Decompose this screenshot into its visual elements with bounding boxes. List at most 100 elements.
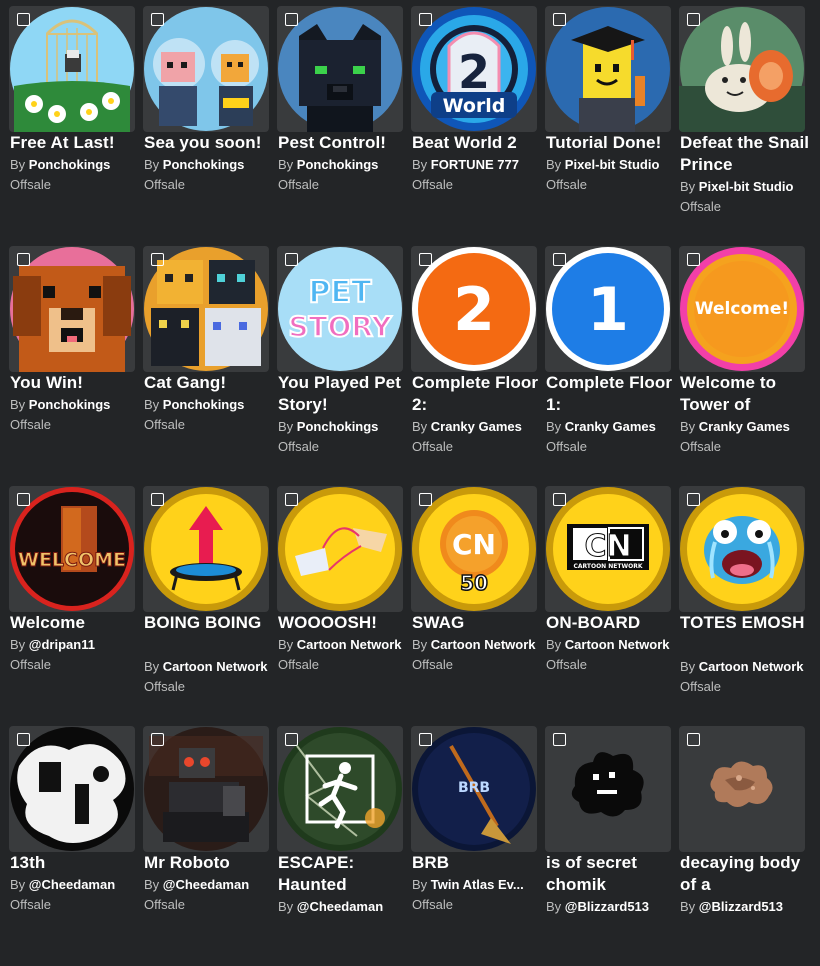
select-checkbox[interactable] (17, 253, 30, 266)
badge-thumbnail[interactable] (679, 486, 805, 612)
badge-thumbnail[interactable] (143, 246, 269, 372)
badge-name[interactable]: Complete Floor 2: (412, 372, 542, 416)
creator-link[interactable]: Pixel-bit Studio (565, 157, 660, 172)
badge-name[interactable]: Tutorial Done! (546, 132, 676, 154)
badge-card[interactable]: decaying body of a By @Blizzard513 (679, 726, 805, 956)
creator-link[interactable]: Cartoon Network (565, 637, 670, 652)
select-checkbox[interactable] (151, 493, 164, 506)
badge-thumbnail[interactable] (277, 6, 403, 132)
badge-thumbnail[interactable] (679, 6, 805, 132)
badge-thumbnail[interactable]: Welcome! (679, 246, 805, 372)
badge-name[interactable]: Mr Roboto (144, 852, 274, 874)
badge-thumbnail[interactable] (545, 6, 671, 132)
badge-name[interactable]: ON-BOARD (546, 612, 676, 634)
select-checkbox[interactable] (151, 13, 164, 26)
creator-link[interactable]: @Blizzard513 (565, 899, 649, 914)
creator-link[interactable]: Cartoon Network (297, 637, 402, 652)
badge-card[interactable]: ESCAPE: Haunted By @Cheedaman (277, 726, 403, 956)
badge-name[interactable]: Defeat the Snail Prince (680, 132, 810, 176)
badge-card[interactable]: BOING BOING By Cartoon Network Offsale (143, 486, 269, 716)
creator-link[interactable]: Cranky Games (699, 419, 790, 434)
badge-name[interactable]: Free At Last! (10, 132, 140, 154)
creator-link[interactable]: @Cheedaman (29, 877, 115, 892)
badge-card[interactable]: Mr Roboto By @Cheedaman Offsale (143, 726, 269, 956)
badge-card[interactable]: WOOOOSH! By Cartoon Network Offsale (277, 486, 403, 716)
badge-thumbnail[interactable] (679, 726, 805, 852)
select-checkbox[interactable] (17, 493, 30, 506)
badge-card[interactable]: WELCOME Welcome By @dripan11 Offsale (9, 486, 135, 716)
badge-card[interactable]: Pest Control! By Ponchokings Offsale (277, 6, 403, 236)
badge-name[interactable]: BRB (412, 852, 542, 874)
badge-card[interactable]: is of secret chomik By @Blizzard513 (545, 726, 671, 956)
creator-link[interactable]: Cranky Games (565, 419, 656, 434)
select-checkbox[interactable] (285, 253, 298, 266)
badge-thumbnail[interactable] (9, 726, 135, 852)
creator-link[interactable]: Ponchokings (297, 157, 379, 172)
select-checkbox[interactable] (553, 13, 566, 26)
creator-link[interactable]: @Cheedaman (163, 877, 249, 892)
badge-thumbnail[interactable]: CN CARTOON NETWORK (545, 486, 671, 612)
badge-name[interactable]: You Win! (10, 372, 140, 394)
select-checkbox[interactable] (687, 253, 700, 266)
creator-link[interactable]: @Blizzard513 (699, 899, 783, 914)
select-checkbox[interactable] (419, 13, 432, 26)
creator-link[interactable]: Cranky Games (431, 419, 522, 434)
creator-link[interactable]: Ponchokings (163, 157, 245, 172)
creator-link[interactable]: Ponchokings (163, 397, 245, 412)
badge-card[interactable]: 13th By @Cheedaman Offsale (9, 726, 135, 956)
badge-name[interactable]: Welcome (10, 612, 140, 634)
creator-link[interactable]: Twin Atlas Ev... (431, 877, 524, 892)
select-checkbox[interactable] (553, 493, 566, 506)
badge-thumbnail[interactable] (9, 246, 135, 372)
badge-thumbnail[interactable] (143, 726, 269, 852)
badge-name[interactable]: Welcome to Tower of (680, 372, 810, 416)
creator-link[interactable]: FORTUNE 777 (431, 157, 519, 172)
badge-card[interactable]: PET STORY You Played Pet Story! By Ponch… (277, 246, 403, 476)
badge-card[interactable]: Defeat the Snail Prince By Pixel-bit Stu… (679, 6, 809, 236)
creator-link[interactable]: Ponchokings (29, 397, 111, 412)
select-checkbox[interactable] (285, 493, 298, 506)
select-checkbox[interactable] (553, 253, 566, 266)
badge-card[interactable]: CN 50 SWAG By Cartoon Network Offsale (411, 486, 537, 716)
select-checkbox[interactable] (285, 733, 298, 746)
creator-link[interactable]: Cartoon Network (699, 659, 804, 674)
select-checkbox[interactable] (17, 733, 30, 746)
badge-thumbnail[interactable] (277, 486, 403, 612)
badge-card[interactable]: 2 World Beat World 2 By FORTUNE 777 Offs… (411, 6, 537, 236)
select-checkbox[interactable] (419, 733, 432, 746)
select-checkbox[interactable] (151, 253, 164, 266)
badge-thumbnail[interactable] (9, 6, 135, 132)
badge-thumbnail[interactable]: 2 World (411, 6, 537, 132)
badge-card[interactable]: BRB BRB By Twin Atlas Ev... Offsale (411, 726, 537, 956)
badge-name[interactable]: Pest Control! (278, 132, 408, 154)
select-checkbox[interactable] (285, 13, 298, 26)
badge-card[interactable]: CN CARTOON NETWORK ON-BOARD By Cartoon N… (545, 486, 671, 716)
select-checkbox[interactable] (687, 733, 700, 746)
badge-name[interactable]: Cat Gang! (144, 372, 274, 394)
badge-name[interactable]: Sea you soon! (144, 132, 274, 154)
creator-link[interactable]: @dripan11 (29, 637, 95, 652)
badge-name[interactable]: TOTES EMOSH (680, 612, 810, 634)
badge-name[interactable]: is of secret chomik (546, 852, 676, 896)
creator-link[interactable]: Cartoon Network (163, 659, 268, 674)
badge-name[interactable]: ESCAPE: Haunted (278, 852, 408, 896)
badge-thumbnail[interactable]: BRB (411, 726, 537, 852)
select-checkbox[interactable] (687, 493, 700, 506)
badge-name[interactable]: BOING BOING (144, 612, 274, 634)
badge-thumbnail[interactable] (143, 6, 269, 132)
badge-card[interactable]: Sea you soon! By Ponchokings Offsale (143, 6, 269, 236)
select-checkbox[interactable] (553, 733, 566, 746)
badge-card[interactable]: 2 Complete Floor 2: By Cranky Games Offs… (411, 246, 538, 476)
badge-thumbnail[interactable] (545, 726, 671, 852)
badge-card[interactable]: 1 Complete Floor 1: By Cranky Games Offs… (545, 246, 672, 476)
badge-card[interactable]: Cat Gang! By Ponchokings Offsale (143, 246, 269, 476)
creator-link[interactable]: Pixel-bit Studio (699, 179, 794, 194)
creator-link[interactable]: @Cheedaman (297, 899, 383, 914)
creator-link[interactable]: Ponchokings (29, 157, 111, 172)
badge-name[interactable]: You Played Pet Story! (278, 372, 408, 416)
badge-name[interactable]: decaying body of a (680, 852, 810, 896)
badge-thumbnail[interactable]: 1 (545, 246, 671, 372)
badge-name[interactable]: Complete Floor 1: (546, 372, 676, 416)
badge-name[interactable]: SWAG (412, 612, 542, 634)
badge-card[interactable]: You Win! By Ponchokings Offsale (9, 246, 135, 476)
